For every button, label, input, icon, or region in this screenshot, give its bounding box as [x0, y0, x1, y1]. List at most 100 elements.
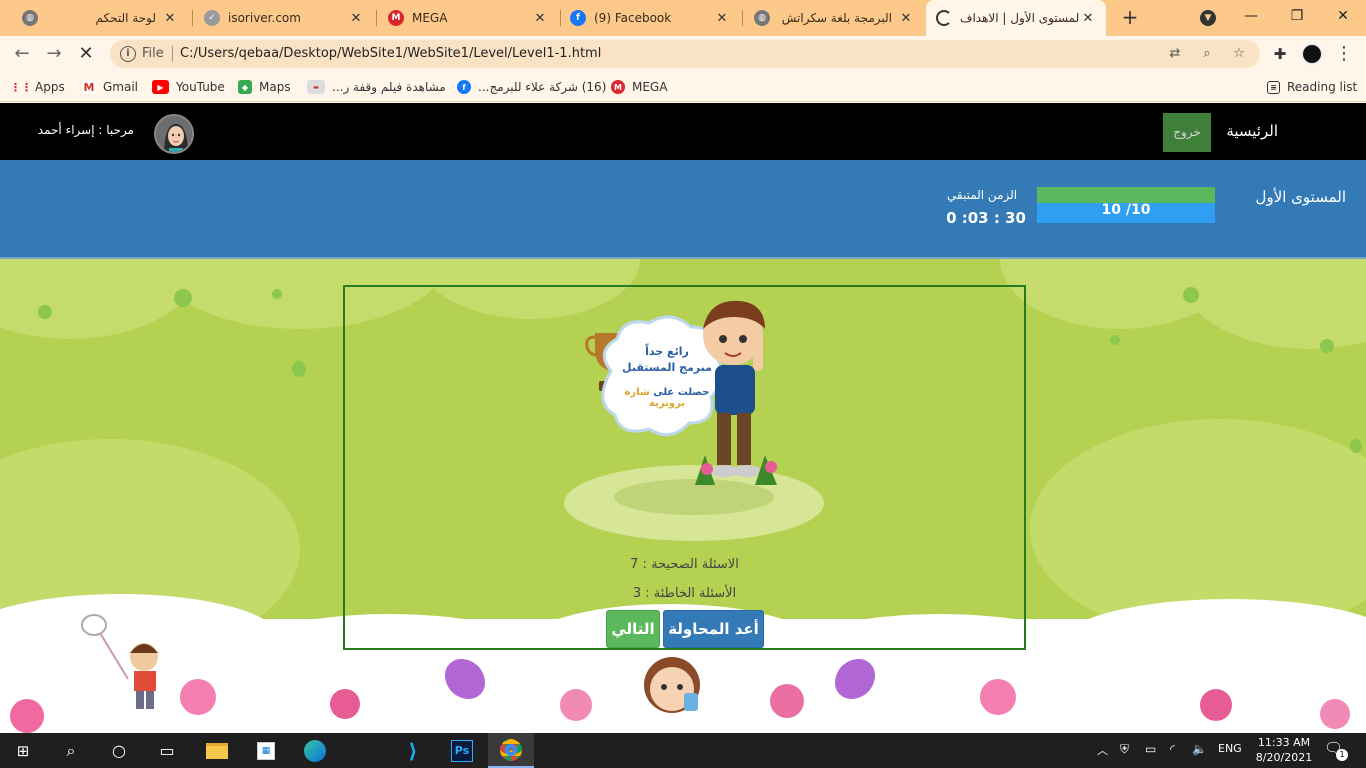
address-bar[interactable]: i File C:/Users/qebaa/Desktop/WebSite1/W… [110, 40, 1260, 68]
globe-icon: ◍ [754, 10, 770, 26]
file-explorer-button[interactable] [194, 733, 240, 768]
tray-expand-icon[interactable]: ︿ [1097, 742, 1108, 758]
stop-loading-button[interactable]: ✕ [74, 42, 98, 66]
progress-text: 10 /10 [1101, 202, 1151, 218]
vscode-icon: ⟩ [408, 738, 418, 763]
close-icon[interactable]: ✕ [532, 11, 548, 26]
clock-date: 8/20/2021 [1255, 751, 1313, 764]
logout-button[interactable]: خروج [1163, 113, 1211, 152]
info-icon[interactable]: i [120, 46, 136, 62]
bookmark-facebook-page[interactable]: f (16) شركة علاء للبرمج... [457, 78, 606, 96]
chevron-down-icon: ▼ [1200, 10, 1216, 26]
extensions-puzzle-icon[interactable]: ✚ [1268, 42, 1292, 66]
mega-icon: M [611, 80, 625, 94]
bookmark-youtube[interactable]: ▶ YouTube [152, 78, 225, 96]
minimize-button[interactable]: — [1228, 0, 1274, 32]
chrome-icon [500, 738, 522, 761]
flower [180, 679, 216, 715]
next-button[interactable]: التالي [606, 610, 660, 648]
notification-count: 1 [1336, 749, 1348, 761]
close-window-button[interactable]: ✕ [1320, 0, 1366, 32]
timer-label: الزمن المتبقي [946, 188, 1018, 202]
bookmark-label: MEGA [632, 80, 668, 94]
bookmark-label: Gmail [103, 80, 139, 94]
gmail-icon: M [82, 80, 96, 94]
language-indicator[interactable]: ENG [1218, 742, 1242, 755]
bookmark-gmail[interactable]: M Gmail [82, 78, 138, 96]
bg-dot [38, 305, 52, 319]
wrong-answers-text: الأسئلة الخاطئة : 3 [632, 586, 737, 601]
site-icon: ▬ [307, 80, 325, 94]
bookmark-star-icon[interactable]: ☆ [1230, 45, 1248, 63]
vscode-button[interactable]: ⟩ [390, 733, 436, 768]
maximize-button[interactable]: ❐ [1274, 0, 1320, 32]
back-button[interactable]: ← [10, 42, 34, 66]
zoom-icon[interactable]: ⌕ [1198, 45, 1216, 63]
bookmark-label: Apps [35, 80, 65, 94]
close-icon[interactable]: ✕ [348, 11, 364, 26]
tab-dashboard[interactable]: ◍ لوحة التحكم ✕ [12, 0, 188, 36]
reading-list-button[interactable]: ≡ Reading list [1267, 78, 1357, 96]
tab-title: البرمجة بلغة سكراتش [781, 11, 892, 25]
forward-button[interactable]: → [42, 42, 66, 66]
battery-icon[interactable]: ▭ [1145, 742, 1156, 756]
folder-icon [206, 742, 228, 759]
close-icon[interactable]: ✕ [1080, 11, 1096, 26]
cortana-button[interactable]: ○ [96, 733, 142, 768]
clock[interactable]: 11:33 AM 8/20/2021 [1255, 735, 1313, 765]
bg-dot [272, 289, 282, 299]
flower [10, 699, 44, 733]
tab-title: (9) Facebook [594, 11, 672, 25]
profile-avatar[interactable] [1301, 43, 1323, 65]
tab-facebook[interactable]: f (9) Facebook ✕ [560, 0, 740, 36]
translate-icon[interactable]: ⇄ [1166, 45, 1184, 63]
progress-fill [1037, 187, 1215, 203]
loading-icon [936, 10, 952, 26]
volume-icon[interactable]: 🔈 [1192, 742, 1207, 756]
bg-hill [1180, 259, 1366, 349]
tab-level-one[interactable]: المستوى الأول | الاهداف ✕ [926, 0, 1106, 36]
new-tab-button[interactable]: + [1118, 6, 1142, 30]
windows-logo-icon: ⊞ [16, 741, 30, 760]
menu-dots-icon[interactable]: ⋮ [1332, 42, 1356, 66]
bookmark-maps[interactable]: ◆ Maps [238, 78, 291, 96]
flower [1320, 699, 1350, 729]
photoshop-button[interactable]: Ps [439, 733, 485, 768]
wifi-icon[interactable]: ◜ [1170, 742, 1175, 756]
mega-icon: M [388, 10, 404, 26]
tab-mega[interactable]: M MEGA ✕ [378, 0, 558, 36]
bg-dot [1320, 339, 1334, 353]
close-icon[interactable]: ✕ [898, 11, 914, 26]
task-view-button[interactable]: ▭ [144, 733, 190, 768]
bg-dot [292, 361, 306, 377]
reading-list-icon: ≡ [1267, 80, 1280, 94]
chrome-button[interactable] [488, 733, 534, 768]
background-scene: رائع جداً مبرمج المستقبل حصلت على شارة ب… [0, 259, 1366, 733]
close-icon[interactable]: ✕ [162, 11, 178, 26]
bookmark-movie-site[interactable]: ▬ مشاهدة فيلم وقفة ر... [307, 78, 446, 96]
flower [770, 684, 804, 718]
level-title: المستوى الأول [1255, 188, 1346, 206]
reading-list-label: Reading list [1287, 80, 1358, 94]
close-icon[interactable]: ✕ [714, 11, 730, 26]
task-view-icon: ▭ [159, 741, 175, 760]
browser-toolbar: ← → ✕ i File C:/Users/qebaa/Desktop/WebS… [0, 36, 1366, 72]
url-scheme: File [142, 46, 164, 61]
tab-scratch[interactable]: ◍ البرمجة بلغة سكراتش ✕ [744, 0, 924, 36]
security-icon[interactable]: ⛨ [1120, 742, 1129, 757]
edge-button[interactable] [292, 733, 338, 768]
windows-taskbar: ⊞ ⌕ ○ ▭ ▦ ⟩ Ps ︿ ⛨ ▭ ◜ 🔈 ENG 11:33 AM 8/… [0, 733, 1366, 768]
url-text[interactable]: C:/Users/qebaa/Desktop/WebSite1/WebSite1… [180, 46, 601, 61]
bookmark-mega[interactable]: M MEGA [611, 78, 667, 96]
store-button[interactable]: ▦ [243, 733, 289, 768]
flower [1200, 689, 1232, 721]
tab-isoriver[interactable]: ✓ isoriver.com ✕ [194, 0, 374, 36]
notification-button[interactable]: 🗨 1 [1324, 739, 1348, 761]
bookmark-apps[interactable]: ⋮⋮ Apps [10, 78, 65, 96]
tab-title: لوحة التحكم [95, 11, 157, 25]
retry-button[interactable]: أعد المحاولة [663, 610, 764, 648]
start-button[interactable]: ⊞ [0, 733, 46, 768]
home-link[interactable]: الرئيسية [1226, 122, 1278, 140]
search-button[interactable]: ⌕ [48, 733, 94, 768]
tab-search-button[interactable]: ▼ [1185, 0, 1231, 32]
